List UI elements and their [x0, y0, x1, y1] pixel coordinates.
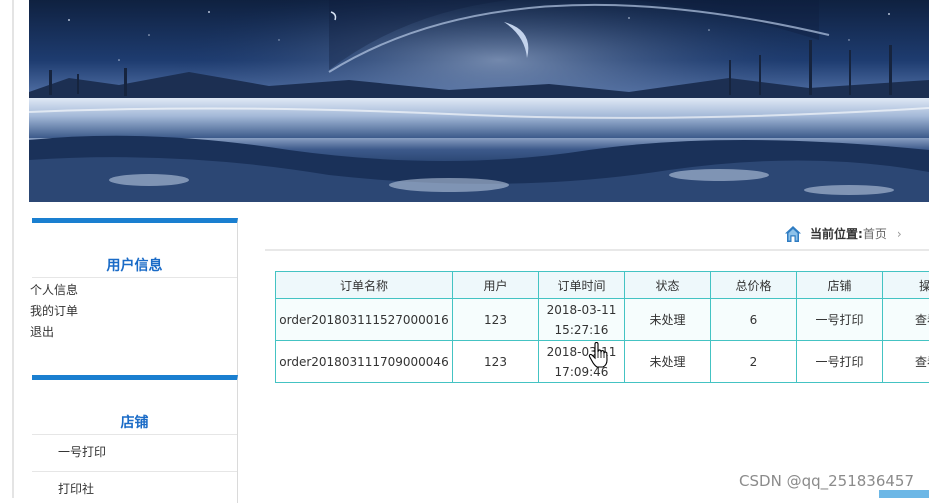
shop-item-print-shop[interactable]: 打印社: [58, 480, 94, 497]
cell-user: 123: [453, 341, 539, 383]
cell-order-time: 2018-03-11 15:27:16: [539, 299, 625, 341]
user-info-title: 用户信息: [32, 255, 237, 275]
chevron-right-icon: ›: [897, 224, 902, 244]
home-icon[interactable]: [784, 225, 802, 243]
order-date: 2018-03-11: [539, 342, 624, 362]
order-clock: 17:09:46: [539, 362, 624, 382]
user-info-panel: 用户信息 个人信息 我的订单 退出: [32, 218, 238, 375]
orders-table-container: 订单名称 用户 订单时间 状态 总价格 店铺 操作 order201803111…: [275, 271, 929, 386]
shop-panel: 店铺 一号打印 打印社: [32, 375, 238, 503]
corner-widget[interactable]: [879, 490, 929, 498]
column-header-status: 状态: [625, 272, 711, 299]
left-margin-strip: [0, 0, 28, 498]
cell-shop: 一号打印: [797, 341, 883, 383]
breadcrumb: 当前位置: 首页 ›: [784, 224, 902, 244]
banner-landscape-image: [29, 0, 929, 202]
cell-shop: 一号打印: [797, 299, 883, 341]
cell-order-name: order201803111527000016: [276, 299, 453, 341]
column-header-user: 用户: [453, 272, 539, 299]
column-header-order-time: 订单时间: [539, 272, 625, 299]
header-banner: [29, 0, 929, 202]
user-menu: 个人信息 我的订单 退出: [30, 280, 78, 343]
table-row: order201803111527000016 123 2018-03-11 1…: [276, 299, 929, 341]
shop-item-yihao-print[interactable]: 一号打印: [58, 443, 106, 460]
menu-item-my-orders[interactable]: 我的订单: [30, 301, 78, 322]
column-header-total-price: 总价格: [711, 272, 797, 299]
column-header-action: 操作: [883, 272, 929, 299]
column-header-shop: 店铺: [797, 272, 883, 299]
cell-status: 未处理: [625, 341, 711, 383]
cell-order-name: order201803111709000046: [276, 341, 453, 383]
cell-order-time: 2018-03-11 17:09:46: [539, 341, 625, 383]
table-header-row: 订单名称 用户 订单时间 状态 总价格 店铺 操作: [276, 272, 929, 299]
cell-user: 123: [453, 299, 539, 341]
menu-item-profile[interactable]: 个人信息: [30, 280, 78, 301]
view-order-link[interactable]: 查看: [883, 341, 929, 383]
cell-total-price: 6: [711, 299, 797, 341]
menu-item-logout[interactable]: 退出: [30, 322, 78, 343]
breadcrumb-home-link[interactable]: 首页: [863, 224, 887, 244]
order-clock: 15:27:16: [539, 320, 624, 340]
watermark-text: CSDN @qq_251836457: [739, 472, 914, 490]
column-header-order-name: 订单名称: [276, 272, 453, 299]
cell-total-price: 2: [711, 341, 797, 383]
order-date: 2018-03-11: [539, 300, 624, 320]
view-order-link[interactable]: 查看: [883, 299, 929, 341]
shop-title: 店铺: [32, 412, 237, 432]
cell-status: 未处理: [625, 299, 711, 341]
hand-cursor-icon: [588, 342, 610, 368]
breadcrumb-label: 当前位置:: [810, 224, 863, 244]
breadcrumb-divider: [265, 249, 929, 251]
divider: [32, 471, 237, 472]
divider: [32, 277, 237, 278]
divider: [32, 434, 237, 435]
